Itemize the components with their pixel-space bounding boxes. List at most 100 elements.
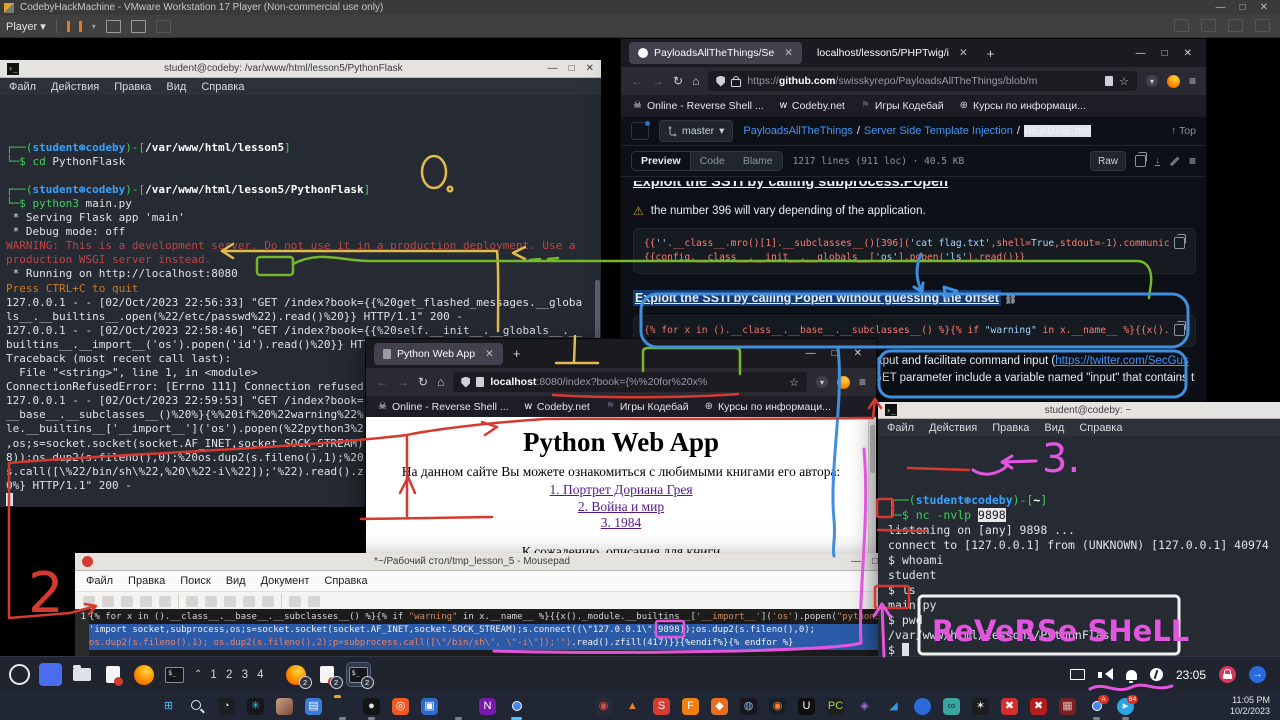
code-block-offset-payload[interactable]: {{''.__class__.mro()[1].__subclasses__()…: [633, 228, 1196, 274]
new-file-icon[interactable]: [83, 596, 95, 607]
menu-item[interactable]: Действия: [51, 81, 99, 93]
firefox-launcher-icon[interactable]: [132, 663, 155, 686]
bookmark-item[interactable]: wCodeby.net: [780, 100, 845, 112]
close-tab-icon[interactable]: ✕: [784, 47, 793, 59]
link-icon[interactable]: ⛓: [1004, 294, 1017, 305]
virtualbox-icon[interactable]: ▣: [421, 698, 438, 715]
blue-app-icon[interactable]: [914, 698, 931, 715]
chrome-icon[interactable]: [508, 698, 525, 715]
vmware-close-button[interactable]: ✕: [1260, 2, 1268, 13]
home-icon[interactable]: ⌂: [437, 375, 444, 389]
chrome-profile-icon[interactable]: A: [1088, 698, 1105, 715]
orange-app-icon[interactable]: ◆: [711, 698, 728, 715]
save-as-icon[interactable]: [140, 596, 152, 607]
reload-icon[interactable]: ↻: [673, 74, 683, 88]
tab-code[interactable]: Code: [691, 152, 734, 170]
terminal-titlebar[interactable]: ›_ student@codeby: /var/www/html/lesson5…: [0, 60, 601, 78]
breadcrumb-folder[interactable]: Server Side Template Injection: [864, 125, 1013, 137]
extension-icon[interactable]: ▾: [816, 376, 828, 388]
open-firefox-window[interactable]: 2: [285, 663, 308, 686]
obs-icon[interactable]: ∞: [943, 698, 960, 715]
restore-button[interactable]: □: [832, 348, 838, 359]
red-gear2-icon[interactable]: ✖: [1030, 698, 1047, 715]
menu-item[interactable]: Правка: [992, 422, 1029, 434]
twitter-link[interactable]: https://twitter.com/SecGus: [1055, 355, 1189, 367]
vscode-icon[interactable]: ◢: [885, 698, 902, 715]
url-bar[interactable]: localhost:8080/index?book={%%20for%20x% …: [453, 372, 807, 392]
carrot-icon[interactable]: ▲: [624, 698, 641, 715]
menu-item[interactable]: Вид: [166, 81, 186, 93]
shield-icon[interactable]: [461, 377, 470, 388]
logout-icon[interactable]: →: [1249, 666, 1266, 683]
heading-subprocess-popen[interactable]: Exploit the SSTI by calling subprocess.P…: [633, 181, 1196, 190]
find-replace-icon[interactable]: [308, 596, 320, 607]
close-file-icon[interactable]: [159, 596, 171, 607]
copy-icon[interactable]: [1174, 237, 1185, 249]
calendar-icon[interactable]: ▤: [305, 698, 322, 715]
firefox-icon[interactable]: [566, 698, 583, 715]
shield-icon[interactable]: [716, 76, 725, 87]
bookmark-item[interactable]: ⚑Игры Кодебай: [606, 401, 689, 413]
menu-item[interactable]: Файл: [9, 81, 36, 93]
vmware-icon[interactable]: [450, 698, 467, 715]
close-tab-icon[interactable]: ✕: [959, 47, 968, 59]
display-tray-icon[interactable]: [1070, 669, 1085, 680]
tab-preview[interactable]: Preview: [632, 152, 691, 170]
download-icon[interactable]: ↓: [1155, 156, 1160, 166]
minimize-button[interactable]: —: [548, 63, 558, 74]
dark-app-icon[interactable]: ●: [363, 698, 380, 715]
visual-studio-icon[interactable]: ◈: [856, 698, 873, 715]
open-mousepad-window[interactable]: 2: [316, 663, 339, 686]
sidebar-toggle-icon[interactable]: [631, 122, 649, 140]
menu-item[interactable]: Файл: [887, 422, 914, 434]
mousepad-launcher-icon[interactable]: [101, 663, 124, 686]
redo-icon[interactable]: [205, 596, 217, 607]
blender-icon[interactable]: ◉: [769, 698, 786, 715]
player-menu[interactable]: Player ▾: [6, 20, 46, 33]
screen-lock-icon[interactable]: [1219, 666, 1236, 683]
forward-icon[interactable]: →: [652, 74, 664, 88]
menu-item[interactable]: Вид: [1044, 422, 1064, 434]
editor-text[interactable]: {% for x in ().__class__.__base__.__subc…: [89, 609, 885, 660]
menu-item[interactable]: Справка: [324, 575, 367, 587]
tab-python-web-app[interactable]: Python Web App✕: [374, 343, 503, 365]
file-manager-icon[interactable]: [70, 663, 93, 686]
book-link[interactable]: 2. Война и мир: [366, 499, 876, 516]
bookmark-item[interactable]: ⚑Игры Кодебай: [861, 100, 944, 112]
minimize-button[interactable]: —: [1136, 48, 1146, 59]
window-terminal-listener[interactable]: ›_ student@codeby: ~ Файл Действия Правка В…: [878, 402, 1280, 658]
notifications-icon[interactable]: [1126, 670, 1137, 680]
file-explorer-icon[interactable]: [334, 698, 351, 715]
open-terminal-window[interactable]: $_2: [347, 663, 370, 686]
telegram-icon[interactable]: ▸64: [1117, 698, 1134, 715]
restore-button[interactable]: □: [1162, 48, 1168, 59]
back-icon[interactable]: ←: [376, 375, 388, 389]
menu-item[interactable]: Поиск: [180, 575, 210, 587]
heading-popen-no-offset[interactable]: Exploit the SSTI by calling Popen withou…: [633, 291, 1196, 305]
mousepad-titlebar[interactable]: *~/Рабочий стол/tmp_lesson_5 - Mousepad …: [75, 553, 885, 571]
onenote-icon[interactable]: N: [479, 698, 496, 715]
menu-item[interactable]: Действия: [929, 422, 977, 434]
close-button[interactable]: ✕: [854, 348, 862, 359]
bookmark-item[interactable]: ☠Online - Reverse Shell ...: [633, 100, 764, 112]
firefox-account-icon[interactable]: [1167, 75, 1180, 88]
forward-icon[interactable]: →: [397, 375, 409, 389]
firefox-account-icon[interactable]: [837, 376, 850, 389]
new-tab-button[interactable]: +: [513, 346, 521, 361]
book-link[interactable]: 3. 1984: [366, 515, 876, 532]
outline-icon[interactable]: ≡: [1189, 154, 1196, 168]
bookmark-item[interactable]: ☠Online - Reverse Shell ...: [378, 401, 509, 413]
terminal-output[interactable]: ┌──(student⊛codeby)-[~]└─$ nc -nvlp 9898…: [878, 485, 1280, 658]
save-icon[interactable]: [121, 596, 133, 607]
new-tab-button[interactable]: +: [987, 46, 995, 61]
reload-icon[interactable]: ↻: [418, 375, 428, 389]
home-icon[interactable]: ⌂: [692, 74, 699, 88]
terminal-titlebar[interactable]: ›_ student@codeby: ~: [878, 402, 1280, 419]
book-link[interactable]: 1. Портрет Дориана Грея: [366, 482, 876, 499]
chevron-up-icon[interactable]: ⌃: [194, 669, 202, 680]
raw-button[interactable]: Raw: [1090, 151, 1126, 171]
windows-clock[interactable]: 11:05 PM 10/2/2023: [1230, 695, 1270, 717]
edge-icon[interactable]: [537, 698, 554, 715]
cut-icon[interactable]: [224, 596, 236, 607]
copy-icon[interactable]: [243, 596, 255, 607]
